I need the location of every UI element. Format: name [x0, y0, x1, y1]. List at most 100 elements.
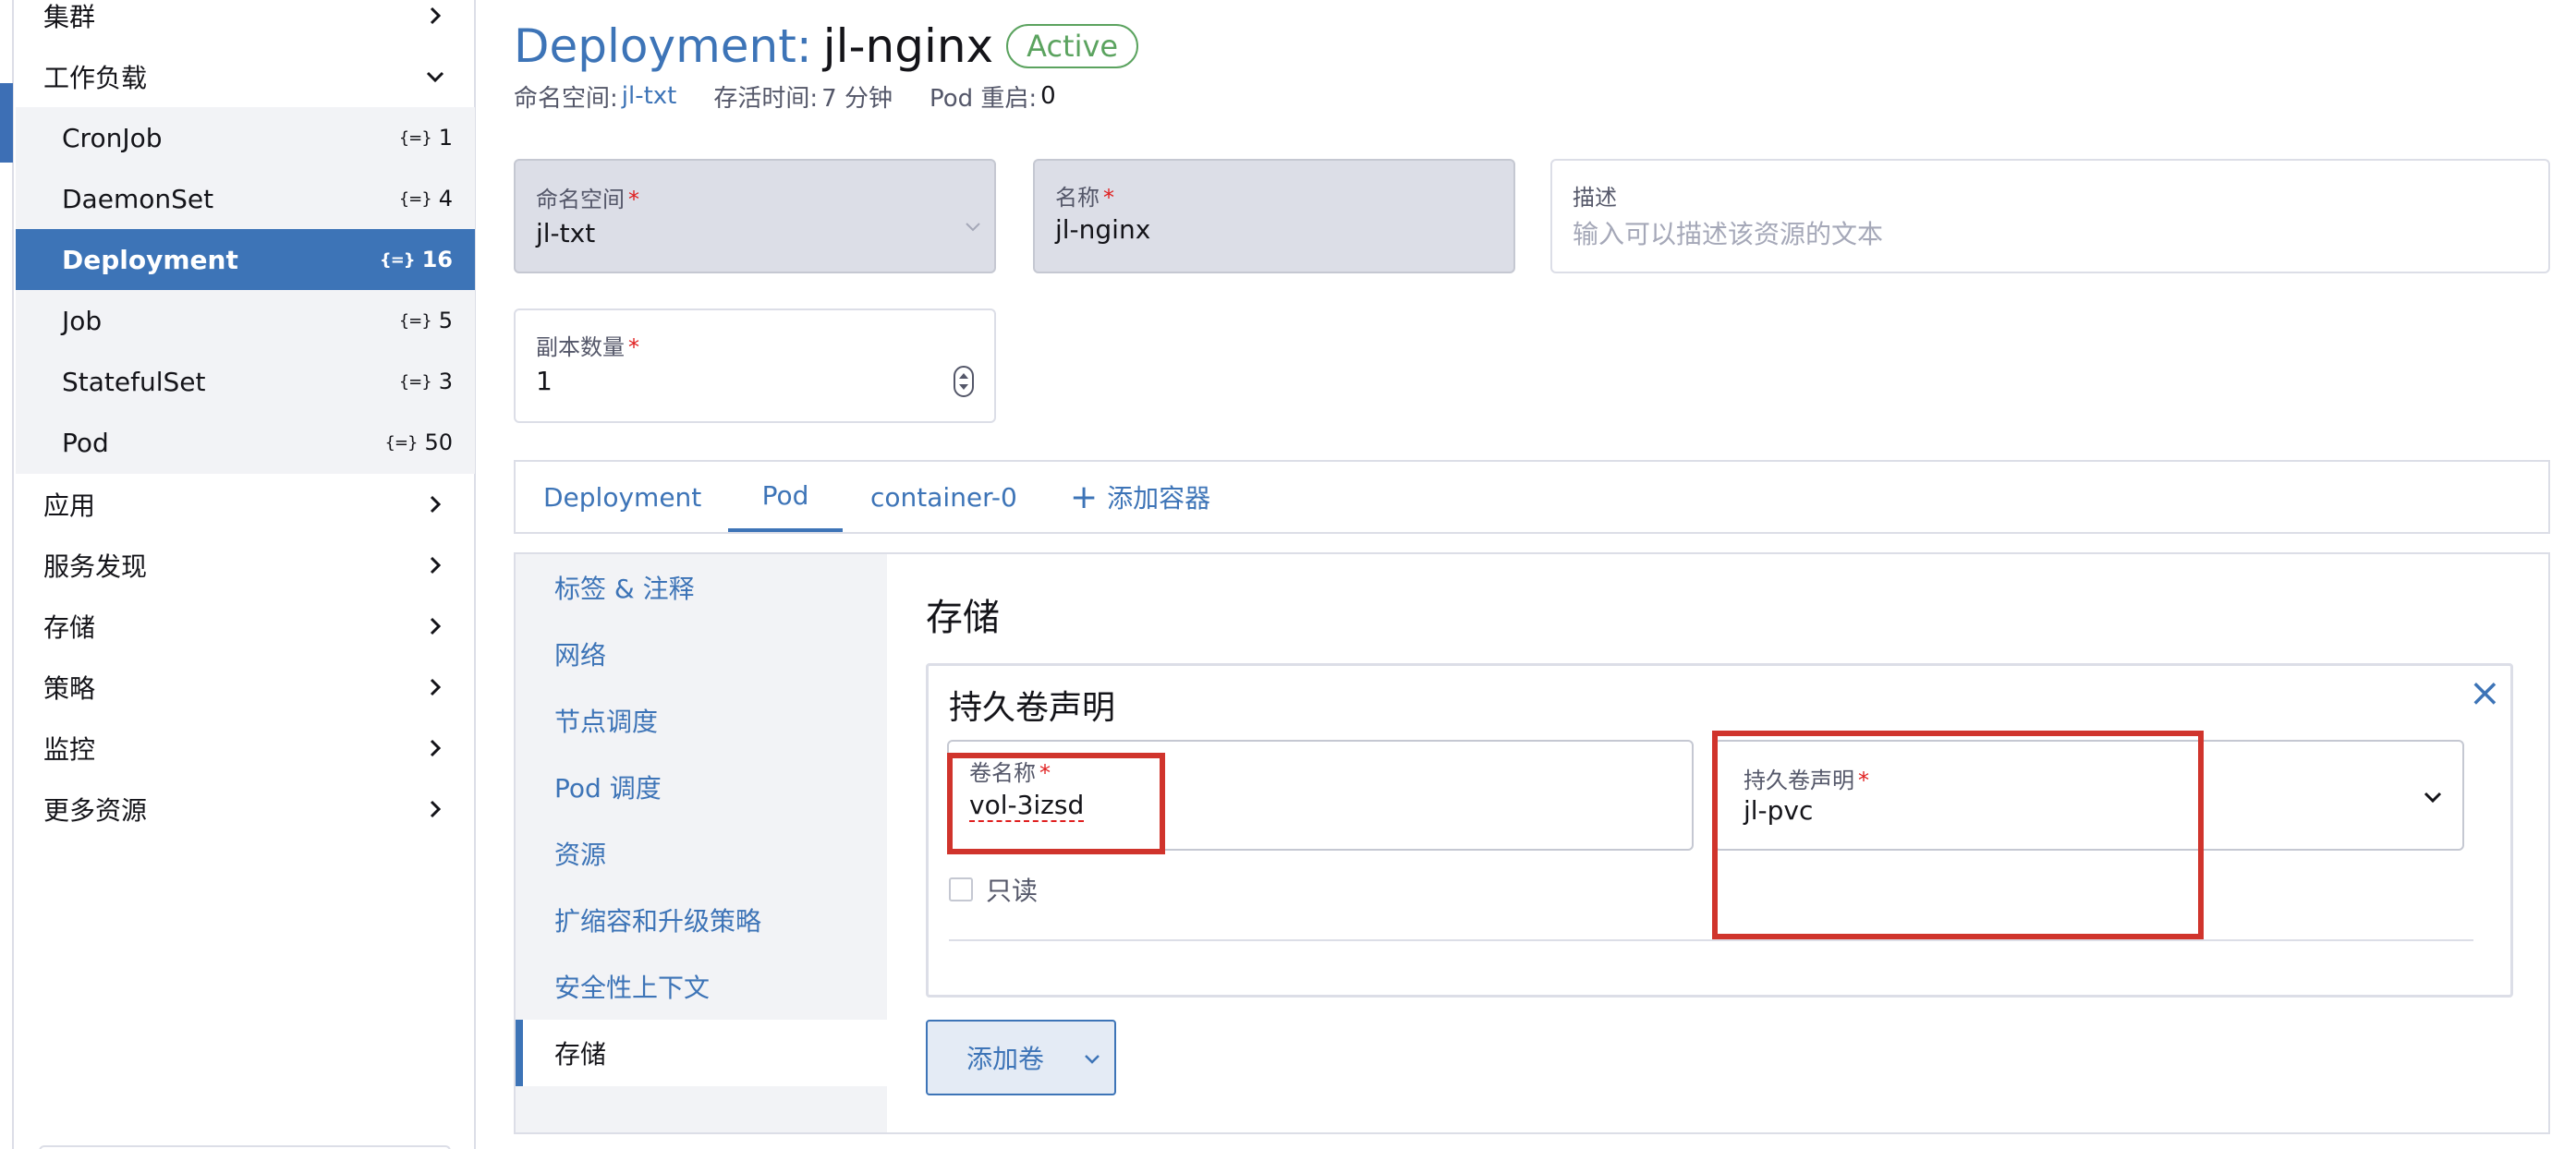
namespace-field-label: 命名空间 *: [536, 187, 639, 212]
sidebar-item-label: Job: [62, 305, 103, 336]
resource-count: {=} 16: [380, 247, 453, 272]
namespace-braces-icon: {=}: [398, 127, 432, 148]
add-volume-label: 添加卷: [966, 1044, 1045, 1074]
add-volume-button[interactable]: 添加卷: [926, 1020, 1116, 1095]
namespace-field-value: jl-txt: [536, 218, 596, 248]
sidebar-item-label: StatefulSet: [62, 366, 206, 397]
count-value: 3: [438, 369, 453, 394]
replicas-field-value: 1: [536, 366, 553, 396]
description-field[interactable]: 描述 输入可以描述该资源的文本: [1550, 159, 2550, 273]
nav-group-workload[interactable]: 工作负载: [16, 46, 475, 107]
side-tab-resources[interactable]: 资源: [516, 820, 887, 887]
nav-group-more-resources[interactable]: 更多资源: [16, 779, 475, 840]
resource-count: {=} 50: [384, 429, 453, 455]
nav-group-label: 工作负载: [43, 63, 148, 93]
nav-group-label: 更多资源: [43, 795, 148, 826]
pod-config-panel: 标签 & 注释 网络 节点调度 Pod 调度 资源 扩缩容和升级策略 安全性上下…: [514, 552, 2550, 1134]
side-tab-node-scheduling[interactable]: 节点调度: [516, 687, 887, 754]
nav-group-label: 监控: [43, 734, 96, 765]
sidebar-item-label: DaemonSet: [62, 183, 214, 214]
rail-active-marker: [0, 83, 13, 163]
description-placeholder: 输入可以描述该资源的文本: [1573, 219, 1884, 249]
resource-kind-link[interactable]: Deployment:: [514, 19, 812, 73]
resource-count: {=} 5: [399, 308, 453, 333]
plus-icon: +: [1070, 478, 1099, 516]
sidebar-footer-edge: [39, 1145, 451, 1149]
tab-pod[interactable]: Pod: [728, 462, 843, 532]
tab-deployment[interactable]: Deployment: [543, 462, 701, 532]
stepper-arrows-icon[interactable]: [954, 366, 974, 397]
readonly-label: 只读: [986, 876, 1039, 906]
nav-group-cluster[interactable]: 集群: [16, 0, 475, 46]
nav-group-label: 策略: [43, 673, 96, 704]
divider: [949, 939, 2473, 941]
section-title: 存储: [926, 597, 1000, 639]
description-field-label: 描述: [1573, 185, 1617, 211]
chevron-right-icon: [430, 617, 442, 635]
side-tab-labels[interactable]: 标签 & 注释: [516, 554, 887, 621]
restarts-label: Pod 重启:: [929, 84, 1038, 113]
sidebar: 集群 工作负载 CronJob {=} 1 DaemonSet {=} 4 Depl…: [0, 0, 476, 1149]
chevron-right-icon: [430, 678, 442, 696]
age-value: 7 分钟: [821, 84, 893, 113]
nav-group-label: 集群: [43, 2, 96, 32]
readonly-checkbox[interactable]: [949, 877, 973, 901]
sidebar-item-statefulset[interactable]: StatefulSet {=} 3: [16, 351, 475, 412]
status-badge: Active: [1006, 24, 1139, 68]
tab-container-0[interactable]: container-0: [870, 462, 1017, 532]
count-value: 1: [438, 125, 453, 151]
pod-side-tabs: 标签 & 注释 网络 节点调度 Pod 调度 资源 扩缩容和升级策略 安全性上下…: [516, 554, 887, 1132]
nav-group-storage[interactable]: 存储: [16, 596, 475, 657]
nav-group-service-discovery[interactable]: 服务发现: [16, 535, 475, 596]
page-title: Deployment: jl-nginx Active: [514, 17, 1139, 76]
tab-bar: Deployment Pod container-0 + 添加容器: [514, 460, 2550, 534]
namespace-select[interactable]: 命名空间 * jl-txt: [514, 159, 996, 273]
highlight-box-volume-name: [947, 753, 1165, 854]
count-value: 50: [424, 429, 453, 455]
namespace-link[interactable]: jl-txt: [622, 82, 677, 110]
volume-card: 持久卷声明 × 卷名称 * vol-3izsd 持久卷声明 * jl-pvc 只读: [926, 663, 2513, 998]
sidebar-rail: [0, 0, 14, 1149]
chevron-right-icon: [430, 739, 442, 757]
sidebar-item-deployment[interactable]: Deployment {=} 16: [16, 229, 475, 290]
chevron-right-icon: [430, 495, 442, 514]
side-tab-security[interactable]: 安全性上下文: [516, 953, 887, 1020]
side-tab-network[interactable]: 网络: [516, 621, 887, 687]
sidebar-item-job[interactable]: Job {=} 5: [16, 290, 475, 351]
nav-group-label: 存储: [43, 612, 96, 643]
namespace-braces-icon: {=}: [398, 371, 432, 392]
side-tab-storage[interactable]: 存储: [516, 1020, 887, 1086]
resource-count: {=} 4: [399, 186, 453, 212]
volume-card-title: 持久卷声明: [949, 689, 1116, 727]
add-container-label: 添加容器: [1107, 483, 1211, 514]
name-field-value: jl-nginx: [1055, 214, 1151, 245]
namespace-braces-icon: {=}: [398, 188, 432, 209]
side-tab-pod-scheduling[interactable]: Pod 调度: [516, 754, 887, 820]
count-value: 4: [438, 186, 453, 212]
namespace-label: 命名空间:: [514, 84, 618, 113]
tab-add-container[interactable]: + 添加容器: [1070, 462, 1210, 532]
side-tab-scaling[interactable]: 扩缩容和升级策略: [516, 887, 887, 953]
replicas-stepper[interactable]: 副本数量 * 1: [514, 308, 996, 423]
sidebar-item-cronjob[interactable]: CronJob {=} 1: [16, 107, 475, 168]
sidebar-item-label: Pod: [62, 427, 109, 458]
nav-group-policy[interactable]: 策略: [16, 657, 475, 718]
sidebar-item-daemonset[interactable]: DaemonSet {=} 4: [16, 168, 475, 229]
count-value: 16: [421, 247, 453, 272]
sidebar-item-pod[interactable]: Pod {=} 50: [16, 412, 475, 473]
resource-name: jl-nginx: [822, 19, 994, 73]
count-value: 5: [438, 308, 453, 333]
nav-group-apps[interactable]: 应用: [16, 474, 475, 535]
nav-group-monitoring[interactable]: 监控: [16, 718, 475, 779]
chevron-down-icon: [966, 223, 980, 232]
resource-count: {=} 3: [399, 369, 453, 394]
chevron-down-icon: [1085, 1055, 1100, 1064]
age-label: 存活时间:: [713, 84, 819, 113]
chevron-right-icon: [430, 6, 442, 25]
name-field[interactable]: 名称 * jl-nginx: [1033, 159, 1515, 273]
namespace-braces-icon: {=}: [384, 432, 418, 453]
close-icon[interactable]: ×: [2469, 673, 2501, 712]
namespace-braces-icon: {=}: [398, 310, 432, 331]
readonly-checkbox-row[interactable]: 只读: [949, 871, 1038, 908]
replicas-field-label: 副本数量 *: [536, 334, 639, 360]
